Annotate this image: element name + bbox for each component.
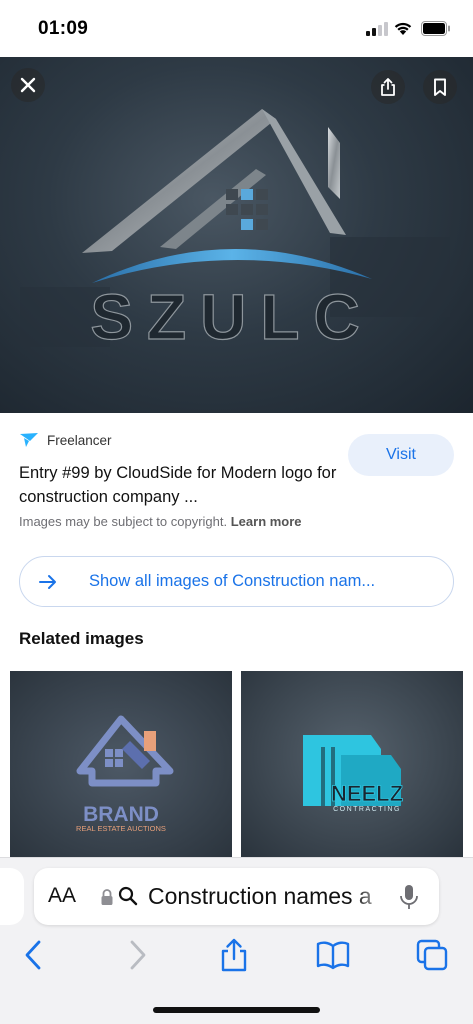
bookmark-button[interactable] — [423, 70, 457, 104]
address-query: Construction names a — [148, 883, 372, 909]
chevron-right-icon — [130, 940, 146, 970]
svg-text:SZULC: SZULC — [90, 281, 373, 353]
bookmarks-button[interactable] — [313, 935, 353, 975]
svg-text:CONTRACTING: CONTRACTING — [333, 806, 401, 813]
bookmark-icon — [434, 78, 446, 96]
copyright-notice: Images may be subject to copyright. Lear… — [19, 514, 302, 529]
svg-text:REAL ESTATE AUCTIONS: REAL ESTATE AUCTIONS — [76, 824, 166, 833]
share-button[interactable] — [371, 70, 405, 104]
aa-label: AA — [48, 884, 77, 907]
svg-text:BRAND: BRAND — [83, 803, 159, 826]
status-bar: 01:09 — [0, 0, 473, 57]
battery-icon — [421, 21, 450, 36]
learn-more-link[interactable]: Learn more — [231, 514, 302, 529]
reader-options-button[interactable]: AA — [48, 884, 76, 908]
chevron-left-icon — [25, 940, 41, 970]
cellular-signal-icon — [366, 22, 388, 36]
result-title[interactable]: Entry #99 by CloudSide for Modern logo f… — [19, 461, 339, 509]
source-row[interactable]: Freelancer — [19, 432, 112, 448]
related-image-card[interactable]: NEELZ CONTRACTING — [241, 671, 463, 857]
forward-button[interactable] — [117, 935, 157, 975]
share-icon — [221, 938, 247, 972]
brand-logo-image: BRAND REAL ESTATE AUCTIONS — [76, 715, 174, 833]
tabs-icon — [416, 939, 448, 971]
arrow-right-icon — [39, 574, 56, 589]
wifi-icon — [394, 22, 412, 35]
svg-text:NEELZ: NEELZ — [331, 781, 403, 806]
visit-button[interactable]: Visit — [348, 434, 454, 476]
lock-icon — [101, 889, 113, 905]
close-icon — [20, 77, 36, 93]
share-icon — [381, 78, 395, 96]
source-name: Freelancer — [47, 432, 112, 448]
copyright-text: Images may be subject to copyright. — [19, 514, 228, 529]
back-button[interactable] — [14, 935, 54, 975]
address-bar[interactable]: AA Construction names a — [34, 868, 439, 925]
close-button[interactable] — [11, 68, 45, 102]
microphone-icon[interactable] — [398, 883, 420, 911]
show-all-label: Show all images of Construction nam... — [89, 572, 376, 590]
status-time: 01:09 — [38, 18, 89, 39]
share-page-button[interactable] — [214, 935, 254, 975]
previous-tab-preview[interactable] — [0, 868, 24, 925]
book-icon — [316, 941, 350, 970]
search-icon — [118, 886, 138, 906]
tabs-button[interactable] — [412, 935, 452, 975]
neelz-logo-image: NEELZ CONTRACTING — [303, 735, 403, 813]
image-preview[interactable]: SZULC — [0, 57, 473, 413]
szulc-logo-image: SZULC — [20, 109, 450, 354]
home-indicator — [153, 1007, 320, 1013]
freelancer-bird-icon — [20, 433, 38, 447]
related-images-heading: Related images — [19, 629, 144, 648]
related-image-card[interactable]: BRAND REAL ESTATE AUCTIONS — [10, 671, 232, 857]
show-all-images-button[interactable]: Show all images of Construction nam... — [19, 556, 454, 607]
